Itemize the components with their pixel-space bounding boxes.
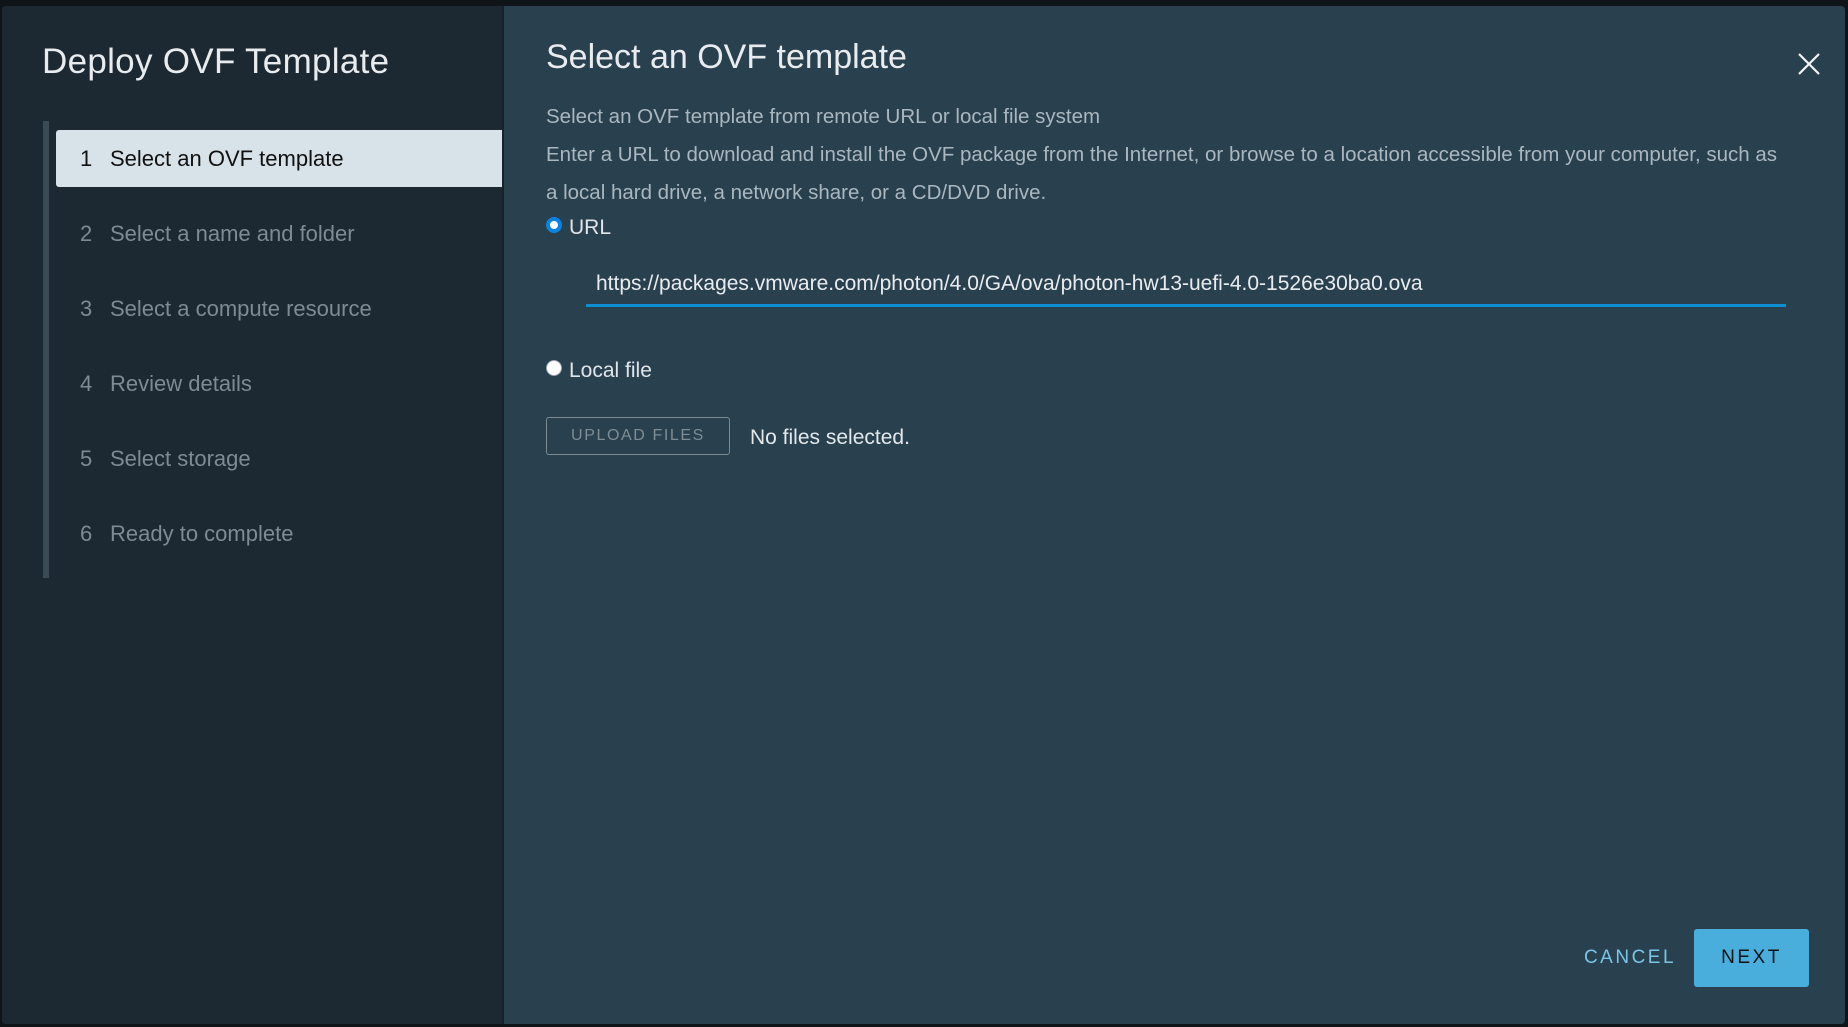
step-number: 2 xyxy=(80,220,93,246)
step-select-storage[interactable]: 5 Select storage xyxy=(56,430,502,487)
step-label: Select storage xyxy=(110,445,251,471)
step-number: 5 xyxy=(80,445,93,471)
url-field-wrap xyxy=(586,264,1786,307)
upload-status: No files selected. xyxy=(750,426,910,449)
step-select-ovf-template[interactable]: 1 Select an OVF template xyxy=(56,130,502,187)
wizard-steps: 1 Select an OVF template 2 Select a name… xyxy=(56,130,502,580)
step-select-name-folder[interactable]: 2 Select a name and folder xyxy=(56,205,502,262)
step-select-compute-resource[interactable]: 3 Select a compute resource xyxy=(56,280,502,337)
step-review-details[interactable]: 4 Review details xyxy=(56,355,502,412)
close-button[interactable] xyxy=(1795,50,1823,78)
step-label: Review details xyxy=(110,370,252,396)
deploy-ovf-modal: Deploy OVF Template 1 Select an OVF temp… xyxy=(2,6,1845,1024)
step-label: Select an OVF template xyxy=(110,145,344,171)
wizard-sidebar: Deploy OVF Template 1 Select an OVF temp… xyxy=(2,6,504,1024)
page-title: Select an OVF template xyxy=(546,38,907,76)
description-subtitle: Select an OVF template from remote URL o… xyxy=(546,105,1101,128)
step-number: 3 xyxy=(80,295,93,321)
step-label: Select a compute resource xyxy=(110,295,372,321)
next-button[interactable]: NEXT xyxy=(1694,929,1809,987)
cancel-button[interactable]: CANCEL xyxy=(1570,929,1690,987)
step-label: Ready to complete xyxy=(110,520,294,546)
step-number: 4 xyxy=(80,370,93,396)
local-file-radio-label: Local file xyxy=(569,359,652,382)
url-input[interactable] xyxy=(586,264,1786,307)
local-file-radio[interactable] xyxy=(546,360,562,376)
close-icon xyxy=(1798,53,1820,75)
local-file-radio-option[interactable]: Local file xyxy=(546,359,652,383)
url-radio-option[interactable]: URL xyxy=(546,216,611,240)
wizard-title: Deploy OVF Template xyxy=(42,42,390,81)
step-number: 6 xyxy=(80,520,93,546)
description-body: Enter a URL to download and install the … xyxy=(546,143,1778,204)
wizard-content: Select an OVF template Select an OVF tem… xyxy=(504,6,1845,1024)
url-radio-label: URL xyxy=(569,216,612,239)
step-number: 1 xyxy=(80,145,93,171)
url-radio[interactable] xyxy=(546,217,562,233)
description: Select an OVF template from remote URL o… xyxy=(546,98,1786,212)
step-ready-to-complete[interactable]: 6 Ready to complete xyxy=(56,505,502,562)
step-label: Select a name and folder xyxy=(110,220,355,246)
upload-files-button[interactable]: UPLOAD FILES xyxy=(546,417,730,455)
steps-rail xyxy=(43,121,49,578)
